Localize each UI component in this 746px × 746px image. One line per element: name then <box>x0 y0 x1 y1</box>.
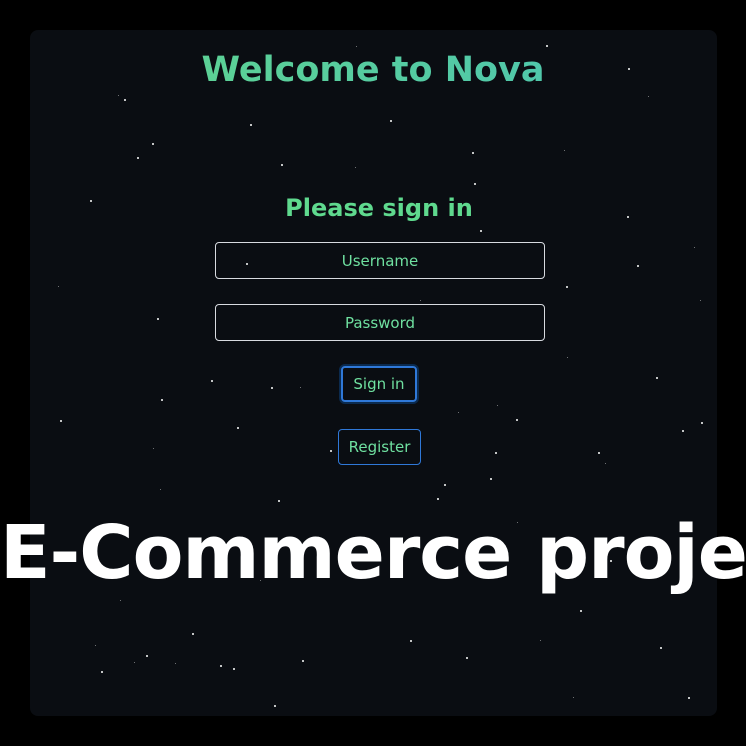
page-title: Welcome to Nova <box>0 50 746 90</box>
register-button[interactable]: Register <box>338 429 421 465</box>
password-input[interactable] <box>215 304 545 341</box>
sign-in-button[interactable]: Sign in <box>341 366 417 402</box>
project-caption-overlay: E-Commerce project <box>0 510 746 596</box>
app-window: Welcome to Nova Please sign in Sign in R… <box>0 0 746 746</box>
username-input[interactable] <box>215 242 545 279</box>
signin-heading: Please sign in <box>285 194 473 222</box>
